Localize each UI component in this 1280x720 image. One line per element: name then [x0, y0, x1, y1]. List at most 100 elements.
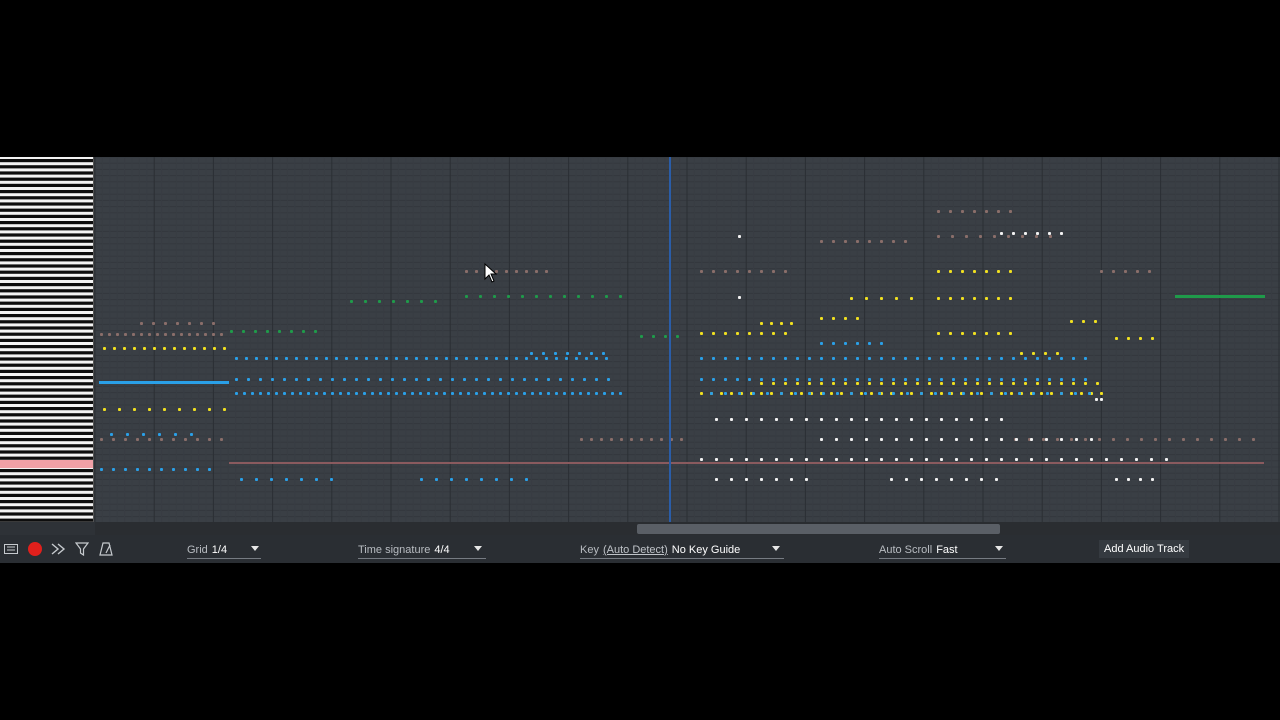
black-key	[0, 233, 94, 237]
note	[611, 392, 614, 395]
note	[485, 357, 488, 360]
note	[660, 438, 663, 441]
grid-chevron-down-icon[interactable]	[251, 546, 259, 551]
note	[880, 240, 883, 243]
note	[1042, 438, 1045, 441]
note	[100, 468, 103, 471]
black-key	[0, 369, 94, 373]
note	[549, 295, 552, 298]
note	[652, 335, 655, 338]
note	[1018, 392, 1021, 395]
note	[910, 297, 913, 300]
note	[712, 332, 715, 335]
note	[925, 458, 928, 461]
note	[937, 270, 940, 273]
note	[505, 270, 508, 273]
note	[1072, 378, 1075, 381]
note	[590, 352, 593, 355]
note	[985, 210, 988, 213]
note	[760, 478, 763, 481]
note	[760, 418, 763, 421]
note	[844, 240, 847, 243]
quantize-icon[interactable]	[50, 541, 66, 557]
piano-keyboard[interactable]	[0, 157, 94, 522]
auto-scroll-value: Fast	[936, 543, 958, 556]
auto-scroll-dropdown[interactable]: Auto Scroll Fast	[879, 542, 1006, 559]
note	[275, 357, 278, 360]
note	[835, 418, 838, 421]
black-key	[0, 431, 94, 435]
black-key	[0, 394, 94, 398]
note	[850, 392, 853, 395]
note	[800, 392, 803, 395]
note	[870, 392, 873, 395]
piano-keys[interactable]	[0, 157, 94, 522]
note	[435, 392, 438, 395]
note	[365, 357, 368, 360]
note	[1084, 357, 1087, 360]
note	[140, 333, 143, 336]
note	[724, 270, 727, 273]
note	[790, 418, 793, 421]
note-grid-canvas[interactable]	[95, 157, 1280, 522]
note	[153, 347, 156, 350]
note	[1126, 438, 1129, 441]
note	[910, 438, 913, 441]
note	[247, 378, 250, 381]
record-icon[interactable]	[27, 541, 43, 557]
note-line	[1175, 295, 1265, 298]
note	[158, 433, 161, 436]
note	[160, 468, 163, 471]
note	[1056, 352, 1059, 355]
note	[379, 392, 382, 395]
key-chevron-down-icon[interactable]	[772, 546, 780, 551]
note	[965, 478, 968, 481]
note	[295, 357, 298, 360]
note	[856, 317, 859, 320]
note	[724, 357, 727, 360]
scrollbar-thumb[interactable]	[637, 524, 1000, 534]
note	[1139, 337, 1142, 340]
note	[183, 347, 186, 350]
add-audio-track-button[interactable]: Add Audio Track	[1099, 540, 1190, 558]
auto-scroll-chevron-down-icon[interactable]	[995, 546, 1003, 551]
note	[736, 270, 739, 273]
black-key	[0, 202, 94, 206]
note	[784, 332, 787, 335]
metronome-icon[interactable]	[98, 541, 114, 557]
note	[265, 357, 268, 360]
note	[110, 433, 113, 436]
note	[330, 478, 333, 481]
note	[602, 352, 605, 355]
bottom-toolbar: Grid 1/4 Time signature 4/4 Key (Auto De…	[0, 535, 1280, 563]
key-dropdown[interactable]: Key (Auto Detect) No Key Guide	[580, 542, 784, 559]
note	[1100, 270, 1103, 273]
note	[515, 357, 518, 360]
keyboard-icon[interactable]	[3, 541, 19, 557]
note	[555, 392, 558, 395]
note	[555, 357, 558, 360]
note	[605, 357, 608, 360]
note	[587, 392, 590, 395]
note	[188, 322, 191, 325]
filter-icon[interactable]	[74, 541, 90, 557]
note	[985, 270, 988, 273]
key-auto-detect-link[interactable]: (Auto Detect)	[603, 544, 668, 556]
note	[1012, 357, 1015, 360]
note	[910, 392, 913, 395]
note	[577, 295, 580, 298]
note	[347, 392, 350, 395]
note	[1000, 392, 1003, 395]
time-signature-dropdown[interactable]: Time signature 4/4	[358, 542, 486, 559]
note	[1060, 232, 1063, 235]
note	[772, 270, 775, 273]
note	[1036, 357, 1039, 360]
note	[1084, 378, 1087, 381]
black-key	[0, 165, 94, 169]
horizontal-scrollbar[interactable]	[95, 522, 1280, 535]
grid-dropdown[interactable]: Grid 1/4	[187, 542, 261, 559]
note-grid[interactable]	[95, 157, 1280, 522]
time-signature-chevron-down-icon[interactable]	[474, 546, 482, 551]
key-value: No Key Guide	[671, 543, 741, 556]
note	[1084, 438, 1087, 441]
